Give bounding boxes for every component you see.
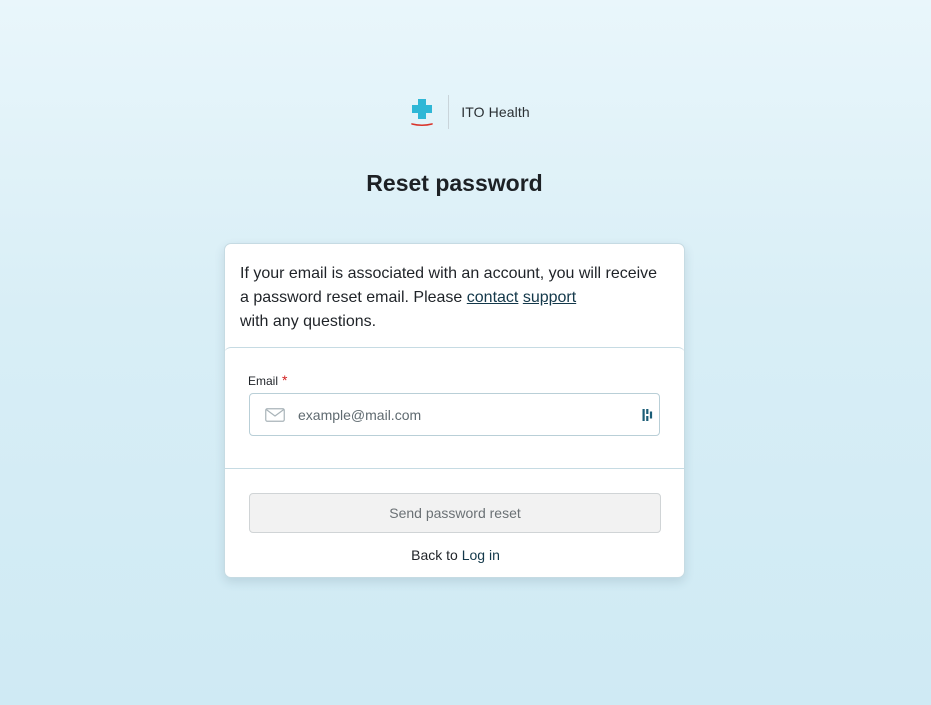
email-input-wrapper[interactable] bbox=[249, 393, 660, 436]
info-text-after: with any questions. bbox=[240, 313, 377, 330]
brand-group: ITO Health bbox=[409, 95, 530, 129]
reset-password-card: If your email is associated with an acco… bbox=[224, 243, 685, 578]
required-marker: * bbox=[282, 372, 288, 388]
password-manager-icon[interactable] bbox=[642, 408, 654, 422]
brand-header: ITO Health bbox=[0, 95, 931, 129]
email-label-row: Email * bbox=[248, 372, 288, 388]
section-divider bbox=[225, 468, 684, 469]
page-title: Reset password bbox=[366, 170, 543, 196]
info-text-before: If your email is associated with an acco… bbox=[240, 265, 658, 306]
medical-cross-icon bbox=[411, 99, 434, 127]
brand-name: ITO Health bbox=[461, 104, 530, 120]
brand-divider bbox=[448, 95, 450, 129]
back-to-login-row: Back to Log in bbox=[225, 547, 684, 563]
send-password-reset-button[interactable]: Send password reset bbox=[249, 493, 661, 533]
contact-link[interactable]: contact bbox=[467, 289, 519, 306]
email-field[interactable] bbox=[298, 399, 642, 430]
mail-icon bbox=[265, 407, 285, 422]
info-message: If your email is associated with an acco… bbox=[240, 262, 670, 334]
login-link[interactable]: Log in bbox=[462, 547, 500, 563]
email-form-section: Email * bbox=[225, 347, 684, 468]
support-link[interactable]: support bbox=[523, 289, 576, 306]
email-label: Email bbox=[248, 374, 279, 388]
back-prefix: Back to bbox=[411, 547, 458, 563]
